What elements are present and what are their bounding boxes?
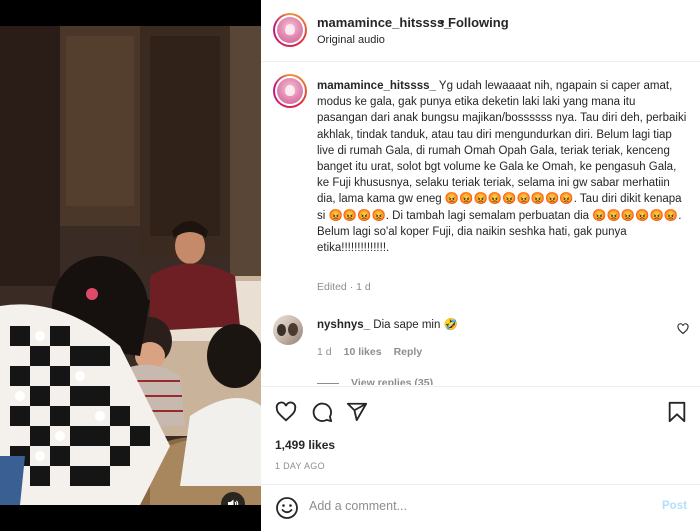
caption-meta: Edited · 1 d [317, 281, 371, 293]
view-replies-button[interactable]: View replies (35) [317, 377, 433, 385]
heart-icon [275, 401, 297, 422]
header-separator: • [440, 14, 445, 29]
caption-emoji-1: 😡😡😡😡😡😡😡😡😡 [444, 193, 574, 206]
header-username[interactable]: mamamince_hitssss_ [317, 15, 451, 30]
video-frame [0, 26, 261, 505]
caption-emoji-3: 😡😡😡😡😡😡 [592, 209, 679, 222]
replies-line [317, 382, 339, 384]
comment-likes[interactable]: 10 likes [344, 346, 382, 358]
speaker-icon [228, 499, 239, 505]
following-button[interactable]: Following [448, 15, 509, 30]
caption-text-3: . Di tambah lagi semalam perbuatan dia [385, 209, 590, 222]
header-avatar[interactable] [273, 13, 307, 47]
comments-scroll-area[interactable]: mamamince_hitssss_ Yg udah lewaaaat nih,… [261, 63, 700, 385]
caption-emoji-2: 😡😡😡😡 [328, 209, 386, 222]
post-caption: mamamince_hitssss_ Yg udah lewaaaat nih,… [317, 78, 687, 256]
reply-button[interactable]: Reply [394, 346, 423, 358]
comment: nyshnys_ Dia sape min 🤣 [317, 317, 458, 331]
emoji-button[interactable] [275, 496, 299, 525]
caption-username[interactable]: mamamince_hitssss_ [317, 80, 436, 92]
view-replies-label: View replies (35) [351, 377, 434, 385]
comment-username[interactable]: nyshnys_ [317, 319, 370, 331]
post-date[interactable]: 1 DAY AGO [275, 461, 325, 471]
caption-text-1: Yg udah lewaaaat nih, ngapain si caper a… [317, 80, 687, 206]
comment-button[interactable] [311, 401, 333, 428]
smiley-icon [276, 497, 298, 519]
share-icon [346, 402, 368, 422]
comment-composer: Post [261, 484, 700, 531]
commenter-avatar[interactable] [273, 315, 303, 345]
share-button[interactable] [346, 401, 368, 428]
save-button[interactable] [667, 401, 687, 428]
comment-time[interactable]: 1 d [317, 346, 332, 358]
post-actions: 1,499 likes 1 DAY AGO Post [261, 386, 700, 531]
audio-link[interactable]: Original audio [317, 34, 385, 46]
comment-input[interactable] [309, 499, 639, 513]
post-detail-panel: mamamince_hitssss_ • Following Original … [261, 0, 700, 531]
post-header: mamamince_hitssss_ • Following Original … [261, 0, 700, 62]
comment-like-button[interactable] [677, 322, 689, 340]
likes-count[interactable]: 1,499 likes [275, 438, 335, 452]
comment-meta: 1 d 10 likes Reply [317, 346, 422, 358]
bookmark-icon [668, 401, 686, 423]
instagram-post-view: mamamince_hitssss_ • Following Original … [0, 0, 700, 531]
heart-icon [677, 323, 689, 335]
caption-avatar[interactable] [273, 74, 307, 108]
like-button[interactable] [275, 401, 297, 428]
post-button[interactable]: Post [662, 500, 687, 512]
comment-body: Dia sape min [373, 319, 441, 331]
comment-emoji: 🤣 [443, 319, 458, 331]
video-player[interactable] [0, 26, 261, 505]
comment-icon [312, 402, 333, 423]
